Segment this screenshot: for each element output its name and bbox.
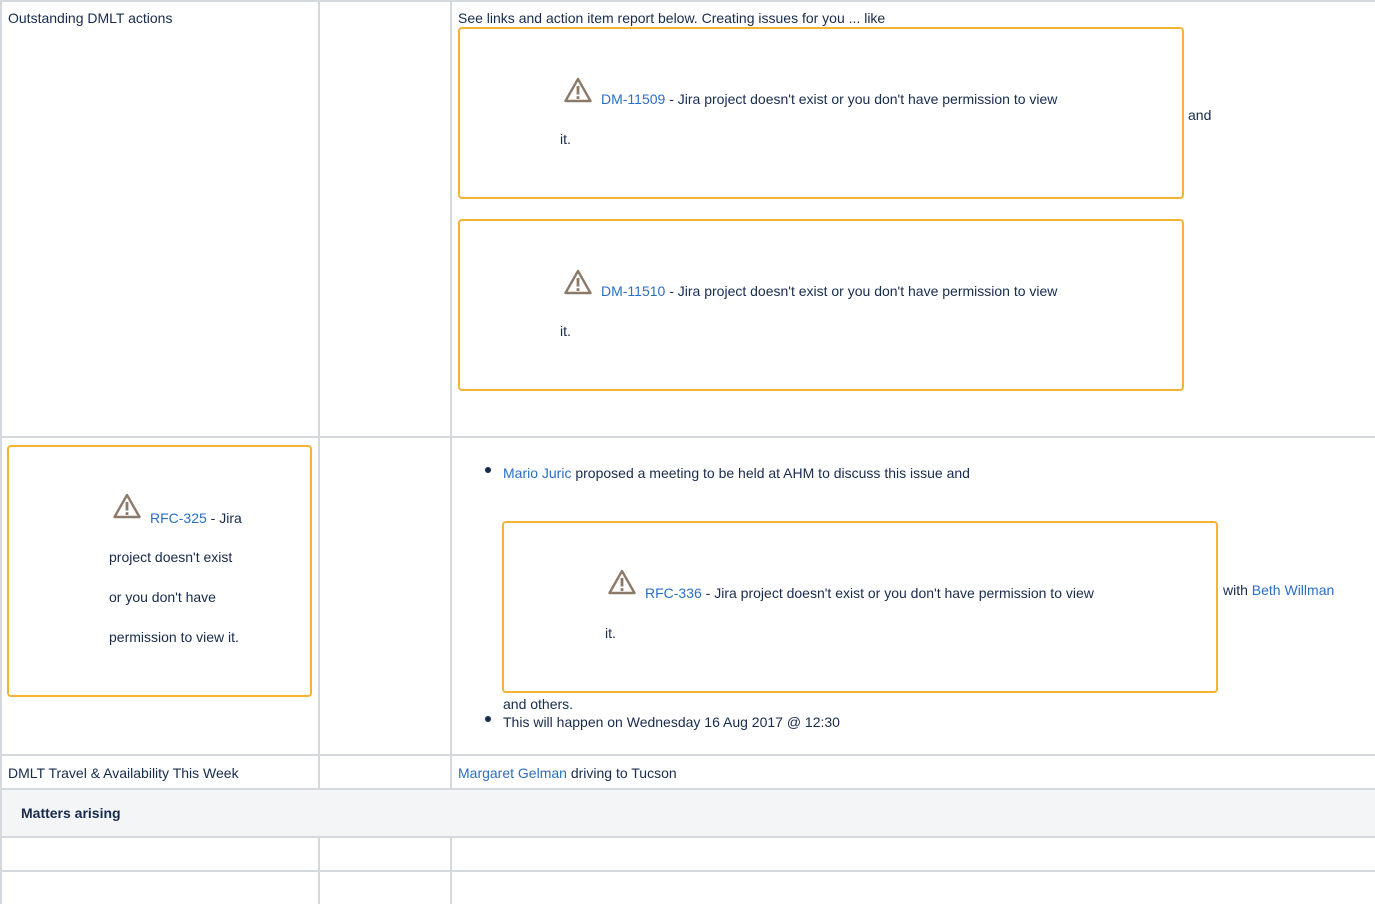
warning-triangle-icon bbox=[564, 269, 592, 295]
travel-entry: Margaret Gelman driving to Tucson bbox=[458, 763, 677, 783]
bullet-item-date: This will happen on Wednesday 16 Aug 201… bbox=[503, 714, 840, 730]
bullet-item-meeting: Mario Juric proposed a meeting to be hel… bbox=[503, 463, 970, 483]
user-link-margaret-gelman[interactable]: Margaret Gelman bbox=[458, 765, 567, 781]
matters-arising-header-bg bbox=[0, 790, 1375, 836]
issue-error-message: - Jira project doesn't exist or you don'… bbox=[701, 585, 1094, 601]
warning-triangle-icon bbox=[113, 493, 141, 519]
issue-error-message-line: permission to view it. bbox=[109, 629, 239, 645]
grid-line bbox=[0, 754, 1375, 756]
row-label-outstanding-actions: Outstanding DMLT actions bbox=[8, 10, 173, 26]
grid-line bbox=[450, 836, 452, 904]
warning-triangle-icon bbox=[564, 77, 592, 103]
issue-link-dm-11509[interactable]: DM-11509 bbox=[601, 91, 665, 107]
issue-link-dm-11510[interactable]: DM-11510 bbox=[601, 283, 665, 299]
issue-error-message: - Jira bbox=[206, 510, 242, 526]
and-others-text: and others. bbox=[503, 696, 574, 712]
warning-triangle-icon bbox=[608, 569, 636, 595]
bullet-dot bbox=[485, 467, 491, 473]
issue-error-message-line: or you don't have bbox=[109, 589, 216, 605]
grid-line bbox=[0, 0, 2, 904]
issue-summary: RFC-336 - Jira project doesn't exist or … bbox=[645, 583, 1094, 603]
user-link-beth-willman[interactable]: Beth Willman bbox=[1252, 582, 1334, 598]
user-link-mario-juric[interactable]: Mario Juric bbox=[503, 465, 571, 481]
issue-link-rfc-325[interactable]: RFC-325 bbox=[150, 510, 207, 526]
travel-text: driving to Tucson bbox=[566, 765, 677, 781]
issue-error-message-wrap: it. bbox=[560, 323, 571, 339]
matters-arising-heading: Matters arising bbox=[21, 805, 121, 821]
issue-link-rfc-336[interactable]: RFC-336 bbox=[645, 585, 702, 601]
with-user-text: with Beth Willman bbox=[1223, 580, 1334, 600]
issue-summary: DM-11510 - Jira project doesn't exist or… bbox=[601, 281, 1057, 301]
issue-error-message-wrap: it. bbox=[560, 131, 571, 147]
jira-issue-macro-dm-11509: DM-11509 - Jira project doesn't exist or… bbox=[458, 27, 1184, 199]
row-label-travel: DMLT Travel & Availability This Week bbox=[8, 765, 239, 781]
jira-issue-macro-rfc-336: RFC-336 - Jira project doesn't exist or … bbox=[502, 521, 1218, 693]
issue-error-message: - Jira project doesn't exist or you don'… bbox=[665, 91, 1058, 107]
grid-line bbox=[0, 788, 1375, 790]
grid-line bbox=[0, 0, 1375, 2]
grid-line bbox=[318, 0, 320, 790]
issue-error-message: - Jira project doesn't exist or you don'… bbox=[665, 283, 1058, 299]
issue-summary: DM-11509 - Jira project doesn't exist or… bbox=[601, 89, 1057, 109]
bullet-text: proposed a meeting to be held at AHM to … bbox=[571, 465, 970, 481]
and-text: and bbox=[1188, 107, 1212, 123]
grid-line bbox=[318, 836, 320, 904]
jira-issue-macro-dm-11510: DM-11510 - Jira project doesn't exist or… bbox=[458, 219, 1184, 391]
issue-error-message-wrap: it. bbox=[605, 625, 616, 641]
grid-line bbox=[0, 436, 1375, 438]
jira-issue-macro-rfc-325: RFC-325 - Jira project doesn't exist or … bbox=[7, 445, 312, 697]
issue-error-message-line: project doesn't exist bbox=[109, 549, 233, 565]
with-text: with bbox=[1223, 582, 1252, 598]
bullet-dot bbox=[485, 716, 491, 722]
issue-summary: RFC-325 - Jira bbox=[150, 508, 242, 528]
grid-line bbox=[0, 870, 1375, 872]
outstanding-intro-text: See links and action item report below. … bbox=[458, 10, 886, 26]
grid-line bbox=[450, 0, 452, 790]
grid-line bbox=[0, 836, 1375, 838]
